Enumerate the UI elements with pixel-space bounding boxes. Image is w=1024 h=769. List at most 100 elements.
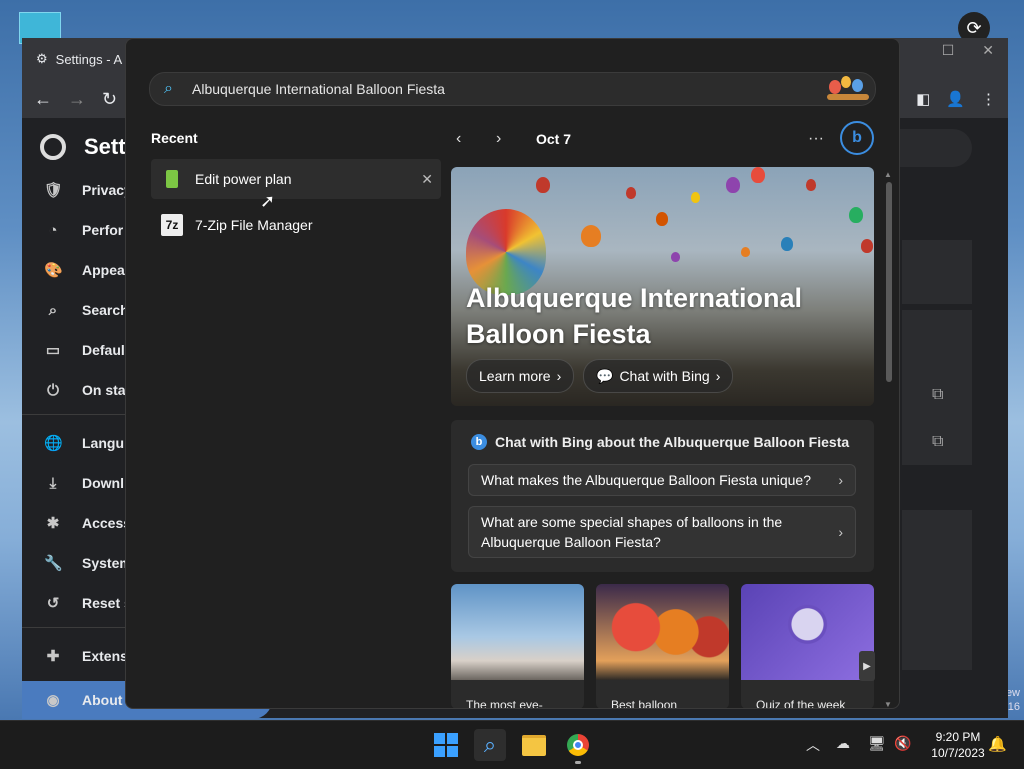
chrome-logo-icon — [40, 134, 66, 160]
tile-card[interactable]: Best balloon — [596, 584, 729, 709]
chevron-right-icon: › — [715, 368, 721, 384]
palette-icon: 🎨 — [44, 262, 63, 279]
sidebar-item-accessibility[interactable]: ✱ Access — [22, 503, 132, 543]
desktop-edge-text: ew 16 — [1006, 686, 1020, 714]
chevron-right-icon: › — [838, 524, 843, 540]
notification-bell-icon[interactable]: 🔔 — [988, 735, 1007, 753]
scroll-down-icon[interactable]: ▼ — [884, 700, 892, 708]
sidebar-item-search[interactable]: ⌕ Search — [22, 290, 132, 330]
learn-more-button[interactable]: Learn more › — [466, 359, 575, 393]
clock-date: 10/7/2023 — [931, 746, 985, 760]
sidebar-item-appearance[interactable]: 🎨 Appea — [22, 250, 132, 290]
sidebar-item-system[interactable]: 🔧 System — [22, 543, 132, 583]
toolbar-right: ◧ 👤 ⋮ — [916, 90, 996, 108]
chat-card-title: b Chat with Bing about the Albuquerque B… — [471, 434, 849, 450]
power-icon: ⏻ — [47, 381, 59, 399]
sidebar-item-reset[interactable]: ↺ Reset s — [22, 583, 132, 623]
shield-icon: 🛡 — [44, 182, 64, 199]
volume-muted-icon[interactable]: 🔇 — [894, 735, 911, 752]
chat-with-bing-label: Chat with Bing — [619, 368, 710, 384]
tile-caption: Quiz of the week — [756, 698, 846, 709]
reload-icon[interactable]: ↻ — [102, 89, 117, 110]
sidebar-item-extensions[interactable]: ✚ Extens — [22, 636, 132, 676]
sidebar-item-label: Appea — [82, 262, 125, 278]
hero-card[interactable]: Albuquerque International Balloon Fiesta… — [451, 167, 874, 406]
recent-item-7zip[interactable]: 7z 7-Zip File Manager — [151, 205, 441, 245]
window-controls: ☐ ✕ — [942, 42, 994, 59]
sidebar-item-on-startup[interactable]: ⏻ On sta — [22, 370, 132, 410]
settings-card — [902, 510, 972, 670]
chevron-left-icon[interactable]: ‹ — [456, 130, 476, 148]
tiles-next-button[interactable]: ▶ — [859, 651, 875, 681]
chevron-right-icon[interactable]: › — [496, 130, 516, 148]
sidebar-item-languages[interactable]: 🌐 Langu — [22, 423, 132, 463]
highlights-header: ‹ › Oct 7 ··· b — [456, 121, 876, 155]
network-icon[interactable]: 🖥 — [868, 735, 886, 752]
open-external-icon[interactable]: ⧉ — [932, 386, 943, 404]
search-input[interactable] — [190, 80, 825, 98]
back-icon[interactable]: ← — [34, 89, 52, 110]
chevron-right-icon: › — [838, 472, 843, 488]
sidebar-divider — [22, 627, 132, 628]
balloon-image — [581, 225, 601, 247]
taskbar-clock[interactable]: 9:20 PM 10/7/2023 — [918, 729, 998, 761]
mouse-cursor-icon: ➚ — [260, 191, 276, 211]
maximize-icon[interactable]: ☐ — [942, 42, 955, 59]
tile-image — [451, 584, 584, 680]
sidebar-item-performance[interactable]: ◔ Perfor — [22, 210, 132, 250]
start-button[interactable] — [430, 729, 462, 761]
folder-icon — [522, 734, 546, 756]
tile-card[interactable]: The most eye- — [451, 584, 584, 708]
tile-card[interactable]: Quiz of the week — [741, 584, 874, 709]
speedometer-icon: ◔ — [48, 221, 58, 239]
bing-icon[interactable]: b — [840, 121, 874, 155]
windows-logo-icon — [434, 733, 458, 757]
sidebar-item-privacy[interactable]: 🛡 Privacy — [22, 170, 132, 210]
sidebar-item-default-browser[interactable]: ▭ Defaul — [22, 330, 132, 370]
close-icon[interactable]: ✕ — [982, 42, 994, 59]
profile-icon[interactable]: 👤 — [946, 90, 965, 108]
sidebar-item-label: On sta — [82, 382, 126, 398]
onedrive-icon[interactable]: ☁ — [836, 735, 850, 752]
chat-with-bing-button[interactable]: 💬 Chat with Bing › — [583, 359, 734, 393]
balloon-image — [626, 187, 636, 199]
bing-icon: b — [471, 434, 487, 450]
menu-icon[interactable]: ⋮ — [981, 90, 996, 108]
sidebar-item-label: Search — [82, 302, 129, 318]
wrench-icon: 🔧 — [44, 555, 63, 572]
close-icon[interactable]: ✕ — [421, 171, 433, 188]
chevron-up-icon[interactable]: ︿ — [806, 735, 820, 755]
sidepanel-icon[interactable]: ◧ — [916, 90, 930, 108]
recent-item-edit-power-plan[interactable]: Edit power plan ✕ — [151, 159, 441, 199]
sidebar-item-downloads[interactable]: ⤓ Downl — [22, 463, 132, 503]
chat-suggestion[interactable]: What makes the Albuquerque Balloon Fiest… — [468, 464, 856, 496]
balloon-image — [726, 177, 740, 193]
search-icon: ⌕ — [483, 732, 497, 757]
chrome-taskbar-button[interactable] — [562, 729, 594, 761]
taskbar: ⌕ ︿ ☁ 🖥 🔇 9:20 PM 10/7/2023 🔔 — [0, 720, 1024, 769]
chat-suggestion[interactable]: What are some special shapes of balloons… — [468, 506, 856, 558]
balloon-doodle-icon[interactable] — [825, 76, 871, 102]
tab-settings[interactable]: ⚙ Settings - A — [36, 51, 122, 67]
forward-icon[interactable]: → — [68, 89, 86, 110]
scrollbar[interactable]: ▲ ▼ — [883, 170, 893, 708]
sidebar-item-label: Downl — [82, 475, 124, 491]
recent-title: Recent — [151, 130, 198, 146]
desktop-edge-text-line: 16 — [1007, 701, 1020, 713]
file-explorer-button[interactable] — [518, 729, 550, 761]
open-external-icon[interactable]: ⧉ — [932, 433, 943, 451]
sidebar-item-label: Access — [82, 515, 132, 531]
taskbar-search-button[interactable]: ⌕ — [474, 729, 506, 761]
search-box[interactable]: ⌕ — [149, 72, 876, 106]
more-options-icon[interactable]: ··· — [808, 130, 824, 148]
balloon-image — [691, 192, 700, 203]
tile-caption: Best balloon — [611, 698, 678, 709]
reset-icon: ↺ — [46, 595, 60, 612]
scroll-up-icon[interactable]: ▲ — [884, 170, 892, 179]
settings-card — [902, 240, 972, 304]
balloon-image — [781, 237, 793, 251]
settings-header: Setti — [40, 134, 132, 160]
running-indicator — [575, 761, 581, 764]
scrollbar-thumb[interactable] — [886, 182, 892, 382]
tile-image — [741, 584, 874, 680]
